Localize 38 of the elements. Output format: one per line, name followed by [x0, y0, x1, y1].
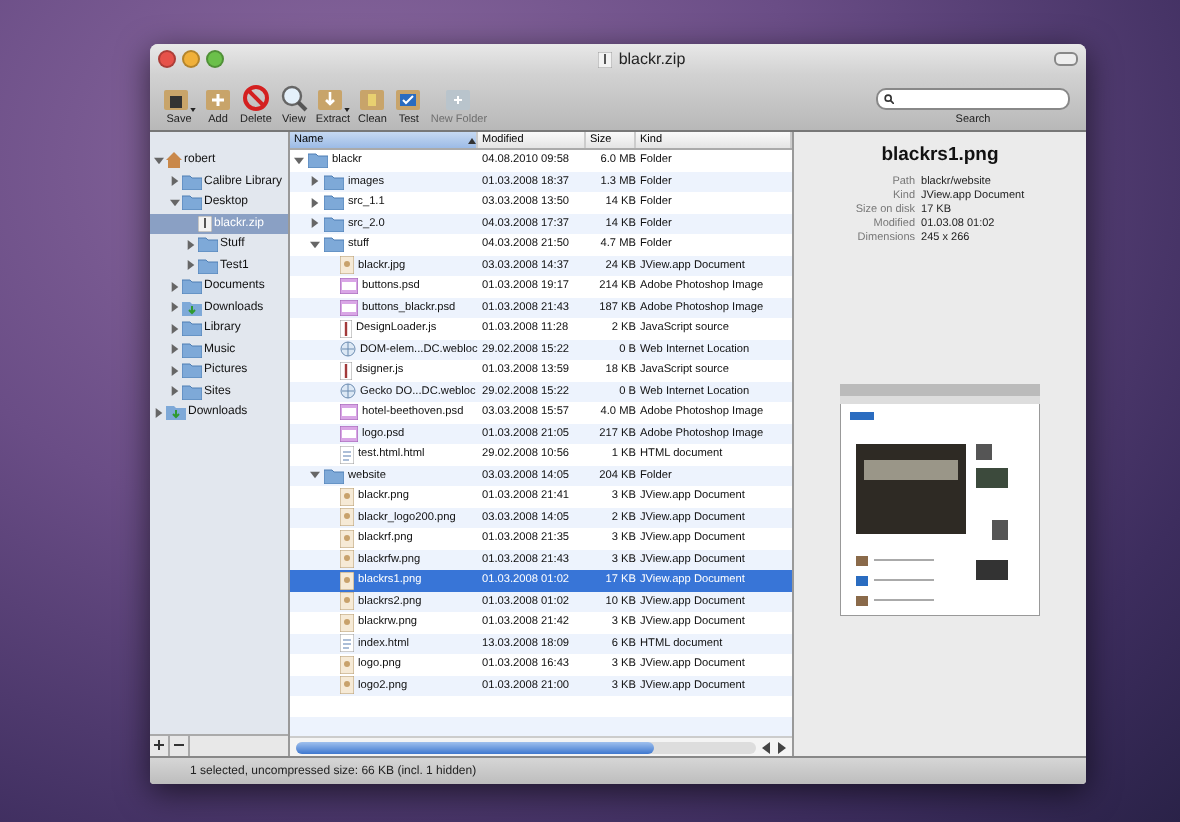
image-document-icon — [340, 425, 358, 442]
script-file-icon — [340, 319, 352, 338]
disclosure-triangle-icon[interactable] — [310, 470, 320, 481]
window-title: blackr.zip — [618, 50, 686, 68]
box-folder-icon — [444, 84, 473, 112]
search-field[interactable] — [876, 88, 1070, 110]
sort-arrow-icon — [468, 137, 476, 143]
zoom-button[interactable] — [206, 50, 224, 68]
image-document-icon — [340, 278, 358, 295]
magnifier-icon — [279, 84, 308, 112]
close-button[interactable] — [158, 50, 176, 68]
zip-file-icon — [198, 215, 212, 232]
plus-icon — [154, 739, 164, 749]
inspector-title: blackrs1.png — [881, 144, 999, 166]
house-icon — [166, 152, 182, 169]
scrollbar-thumb[interactable] — [296, 741, 655, 753]
toolbar-toggle-button[interactable] — [1054, 52, 1078, 66]
minimize-button[interactable] — [182, 50, 200, 68]
zip-file-icon — [598, 51, 613, 67]
link-file-icon — [340, 340, 356, 359]
image-document-icon — [340, 299, 358, 316]
html-file-icon — [340, 445, 354, 464]
script-file-icon — [340, 361, 352, 380]
download-folder-icon — [166, 404, 186, 421]
image-document-icon — [340, 404, 358, 421]
box-check-icon — [394, 84, 423, 112]
html-file-icon — [340, 634, 354, 653]
link-file-icon — [340, 382, 356, 401]
box-plus-icon — [204, 84, 232, 112]
caret-icon — [190, 108, 196, 112]
caret-icon — [343, 108, 350, 112]
horizontal-scrollbar[interactable] — [296, 741, 756, 753]
image-file-icon — [340, 256, 354, 275]
minus-icon — [174, 739, 184, 749]
download-folder-icon — [182, 299, 202, 316]
search-icon — [884, 94, 894, 104]
scroll-arrows-icon[interactable] — [762, 741, 786, 753]
delete-icon — [241, 84, 270, 112]
